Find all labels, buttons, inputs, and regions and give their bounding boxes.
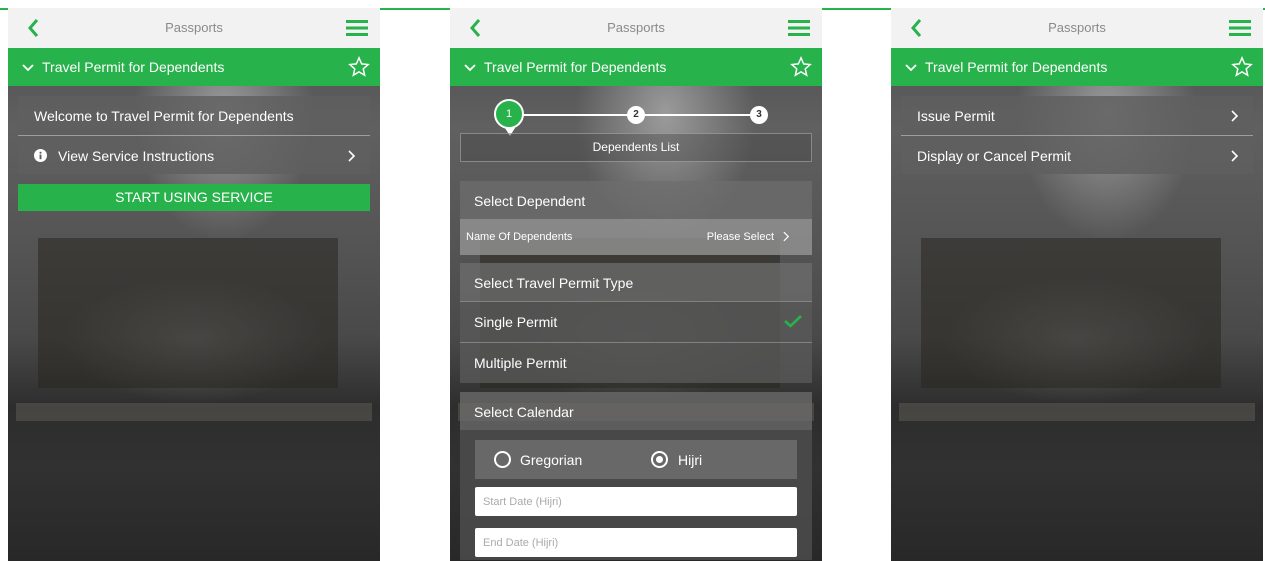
name-of-dependents-label: Name Of Dependents	[466, 231, 573, 243]
star-outline-icon[interactable]	[348, 56, 370, 78]
checkmark-icon	[784, 315, 802, 328]
chevron-right-icon	[348, 150, 356, 162]
gregorian-label: Gregorian	[520, 452, 583, 468]
welcome-card: Welcome to Travel Permit for Dependents …	[18, 96, 370, 174]
phone-screen-permit-menu: Passports Travel Permit for Dependents I…	[891, 8, 1263, 561]
select-dependent-header: Select Dependent	[460, 181, 812, 219]
current-step-label: Dependents List	[460, 133, 812, 162]
welcome-row: Welcome to Travel Permit for Dependents	[18, 96, 370, 135]
service-header[interactable]: Travel Permit for Dependents	[891, 48, 1263, 86]
app-title: Passports	[607, 20, 665, 35]
select-dependent-header-label: Select Dependent	[474, 193, 586, 209]
info-icon	[34, 149, 47, 162]
end-date-input[interactable]	[475, 528, 797, 557]
phone-screen-welcome: Passports Travel Permit for Dependents W…	[8, 8, 380, 561]
name-of-dependents-selector[interactable]: Name Of Dependents Please Select	[460, 219, 812, 255]
step-1-indicator: 1	[494, 99, 524, 136]
service-title: Travel Permit for Dependents	[484, 59, 667, 75]
star-outline-icon[interactable]	[1231, 56, 1253, 78]
issue-permit-label: Issue Permit	[917, 108, 995, 124]
view-service-instructions-label: View Service Instructions	[58, 148, 215, 164]
top-bar: Passports	[891, 8, 1263, 48]
start-using-service-button[interactable]: START USING SERVICE	[18, 184, 370, 211]
hijri-label: Hijri	[678, 452, 703, 468]
hamburger-menu-icon[interactable]	[346, 19, 368, 37]
hamburger-menu-icon[interactable]	[788, 19, 810, 37]
service-header[interactable]: Travel Permit for Dependents	[8, 48, 380, 86]
top-bar: Passports	[450, 8, 822, 48]
single-permit-option[interactable]: Single Permit	[460, 301, 812, 342]
chevron-down-icon	[464, 64, 476, 72]
app-title: Passports	[165, 20, 223, 35]
multiple-permit-option[interactable]: Multiple Permit	[460, 342, 812, 383]
display-or-cancel-permit-row[interactable]: Display or Cancel Permit	[901, 135, 1253, 174]
phone-screen-form: Passports Travel Permit for Dependents 1…	[450, 8, 822, 561]
calendar-radio-group: Gregorian Hijri	[475, 440, 797, 479]
service-title: Travel Permit for Dependents	[42, 59, 225, 75]
start-date-input[interactable]	[475, 487, 797, 516]
app-title: Passports	[1048, 20, 1106, 35]
chevron-right-icon	[1231, 150, 1239, 162]
chevron-right-icon	[1231, 110, 1239, 122]
view-service-instructions-row[interactable]: View Service Instructions	[18, 135, 370, 174]
permit-menu-card: Issue Permit Display or Cancel Permit	[901, 96, 1253, 174]
background-image	[8, 8, 380, 561]
permit-type-header-label: Select Travel Permit Type	[474, 275, 634, 291]
single-permit-label: Single Permit	[474, 314, 558, 330]
permit-type-section: Select Travel Permit Type Single Permit …	[460, 263, 812, 383]
issue-permit-row[interactable]: Issue Permit	[901, 96, 1253, 135]
display-or-cancel-permit-label: Display or Cancel Permit	[917, 148, 1072, 164]
step-2-indicator: 2	[627, 106, 645, 124]
select-dependent-section: Select Dependent Name Of Dependents Plea…	[460, 181, 812, 255]
service-header[interactable]: Travel Permit for Dependents	[450, 48, 822, 86]
welcome-text: Welcome to Travel Permit for Dependents	[34, 108, 294, 124]
hamburger-menu-icon[interactable]	[1229, 19, 1251, 37]
calendar-header-label: Select Calendar	[474, 404, 574, 420]
permit-type-header: Select Travel Permit Type	[460, 263, 812, 301]
hijri-radio[interactable]	[651, 451, 668, 468]
service-title: Travel Permit for Dependents	[925, 59, 1108, 75]
calendar-header: Select Calendar	[460, 392, 812, 430]
chevron-right-icon	[783, 231, 790, 242]
gregorian-radio[interactable]	[494, 451, 511, 468]
please-select-value: Please Select	[706, 231, 774, 243]
star-outline-icon[interactable]	[790, 56, 812, 78]
multiple-permit-label: Multiple Permit	[474, 355, 567, 371]
step-3-indicator: 3	[750, 106, 768, 124]
background-image	[891, 8, 1263, 561]
chevron-down-icon	[22, 64, 34, 72]
top-bar: Passports	[8, 8, 380, 48]
chevron-down-icon	[905, 64, 917, 72]
